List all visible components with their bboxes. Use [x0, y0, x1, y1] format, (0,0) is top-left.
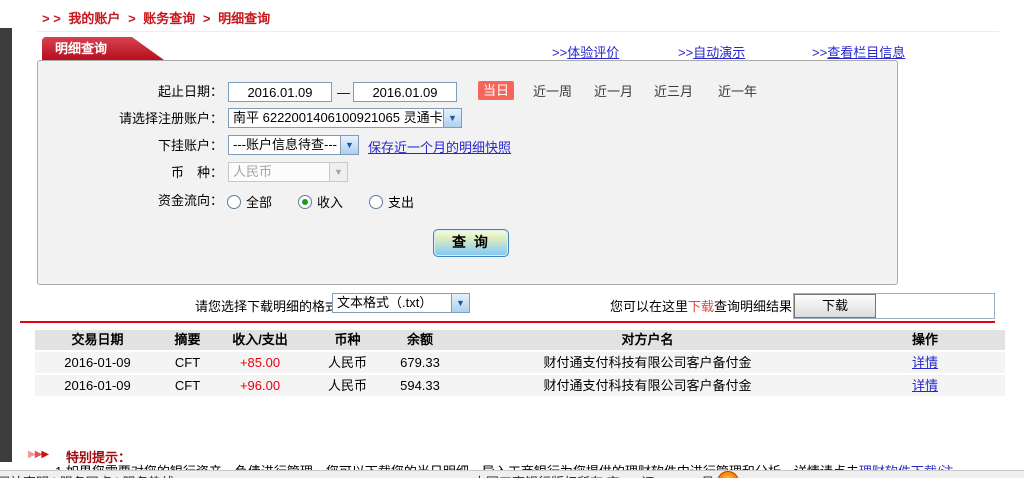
sub-account-select[interactable]: ---账户信息待查--- ▼ [228, 135, 359, 155]
download-format-select[interactable]: 文本格式（.txt） ▼ [332, 293, 470, 313]
chevron-down-icon: ▼ [329, 163, 347, 181]
footer-links: 网站声明 | 服务网点 | 服务热线 95588 [0, 472, 214, 478]
table-row: 2016-01-09 CFT +96.00 人民币 594.33 财付通支付科技… [35, 375, 1005, 396]
radio-icon[interactable] [227, 195, 241, 209]
link-label: 体验评价 [567, 45, 619, 60]
registered-account-label: 请选择注册账户： [38, 108, 223, 129]
date-from-input[interactable] [228, 82, 332, 102]
link-prefix: >> [812, 45, 827, 60]
col-income-expense: 收入/支出 [215, 330, 305, 350]
link-auto-demo[interactable]: >>自动演示 [678, 42, 745, 61]
currency-value: 人民币 [229, 163, 329, 181]
breadcrumb-item-detail-query[interactable]: 明细查询 [218, 11, 270, 26]
radio-income[interactable]: 收入 [298, 192, 343, 211]
download-inline-link[interactable]: 下载 [688, 299, 714, 314]
window-edge-strip [0, 28, 12, 462]
detail-link[interactable]: 详情 [912, 378, 938, 393]
footer-copyright: 中国工商银行版权所有 京ICP证 030247号 [473, 472, 714, 478]
cell-summary: CFT [160, 375, 215, 396]
sub-account-value: ---账户信息待查--- [229, 136, 340, 154]
radio-icon[interactable] [369, 195, 383, 209]
breadcrumb-sep: > [203, 11, 211, 26]
range-last-year-button[interactable]: 近一年 [718, 83, 757, 100]
tab-detail-query[interactable]: 明细查询 [42, 37, 164, 60]
download-result-before: 您可以在这里 [610, 299, 688, 314]
date-dash: — [337, 82, 350, 103]
detail-link[interactable]: 详情 [912, 355, 938, 370]
date-range-label: 起止日期： [38, 81, 223, 102]
breadcrumb-item-my-account[interactable]: 我的账户 [68, 11, 120, 26]
currency-label: 币 种： [38, 162, 223, 183]
radio-income-label: 收入 [317, 192, 343, 211]
registered-account-value: 南平 6222001406100921065 灵通卡 [229, 109, 443, 127]
table-header-row: 交易日期 摘要 收入/支出 币种 余额 对方户名 操作 [35, 330, 1005, 350]
range-last-month-button[interactable]: 近一月 [594, 83, 633, 100]
cell-balance: 594.33 [390, 375, 450, 396]
section-divider-red [20, 321, 995, 323]
link-view-column-info[interactable]: >>查看栏目信息 [812, 42, 905, 61]
cell-amount: +96.00 [215, 375, 305, 396]
query-button[interactable]: 查 询 [433, 229, 509, 257]
link-prefix: >> [678, 45, 693, 60]
range-last-3-months-button[interactable]: 近三月 [654, 83, 693, 100]
breadcrumb-item-account-query[interactable]: 账务查询 [143, 11, 195, 26]
link-label: 查看栏目信息 [827, 45, 905, 60]
save-monthly-snapshot-link[interactable]: 保存近一个月的明细快照 [368, 137, 511, 156]
chevron-down-icon[interactable]: ▼ [443, 109, 461, 127]
transactions-table: 交易日期 摘要 收入/支出 币种 余额 对方户名 操作 2016-01-09 C… [35, 330, 1005, 396]
radio-expense[interactable]: 支出 [369, 192, 414, 211]
download-result-text: 您可以在这里下载查询明细结果 [610, 296, 792, 315]
tab-title: 明细查询 [55, 41, 107, 56]
breadcrumb: > > 我的账户 > 账务查询 > 明细查询 [42, 8, 274, 27]
radio-all-label: 全部 [246, 192, 272, 211]
radio-all[interactable]: 全部 [227, 192, 272, 211]
cell-summary: CFT [160, 352, 215, 373]
download-button-box: 下载 [793, 293, 995, 319]
cell-counterparty: 财付通支付科技有限公司客户备付金 [450, 375, 845, 396]
fund-flow-options: 全部 收入 支出 [227, 192, 440, 211]
download-button[interactable]: 下载 [794, 294, 876, 318]
radio-expense-label: 支出 [388, 192, 414, 211]
table-row: 2016-01-09 CFT +85.00 人民币 679.33 财付通支付科技… [35, 352, 1005, 373]
cell-amount: +85.00 [215, 352, 305, 373]
col-trade-date: 交易日期 [35, 330, 160, 350]
date-to-input[interactable] [353, 82, 457, 102]
link-prefix: >> [552, 45, 567, 60]
cell-date: 2016-01-09 [35, 375, 160, 396]
col-balance: 余额 [390, 330, 450, 350]
notice-arrows-icon: ▶▶▶ [28, 449, 48, 460]
cell-currency: 人民币 [305, 375, 390, 396]
link-experience-rating[interactable]: >>体验评价 [552, 42, 619, 61]
range-last-week-button[interactable]: 近一周 [533, 83, 572, 100]
sub-account-label: 下挂账户： [38, 135, 223, 156]
breadcrumb-sep: > [128, 11, 136, 26]
query-form-panel: 起止日期： — 当日 近一周 近一月 近三月 近一年 请选择注册账户： 南平 6… [37, 60, 898, 285]
cell-currency: 人民币 [305, 352, 390, 373]
cell-counterparty: 财付通支付科技有限公司客户备付金 [450, 352, 845, 373]
download-format-label: 请您选择下载明细的格式 [195, 296, 338, 315]
col-action: 操作 [845, 330, 1005, 350]
registered-account-select[interactable]: 南平 6222001406100921065 灵通卡 ▼ [228, 108, 462, 128]
radio-selected-icon[interactable] [298, 195, 312, 209]
col-summary: 摘要 [160, 330, 215, 350]
col-currency: 币种 [305, 330, 390, 350]
divider [37, 31, 999, 32]
col-counterparty: 对方户名 [450, 330, 845, 350]
chevron-down-icon[interactable]: ▼ [340, 136, 358, 154]
download-format-value: 文本格式（.txt） [333, 294, 451, 312]
range-today-button[interactable]: 当日 [478, 81, 514, 100]
download-result-after: 查询明细结果 [714, 299, 792, 314]
fund-flow-label: 资金流向： [38, 190, 223, 211]
currency-select-disabled: 人民币 ▼ [228, 162, 348, 182]
breadcrumb-prefix: > > [42, 11, 61, 26]
cell-balance: 679.33 [390, 352, 450, 373]
chevron-down-icon[interactable]: ▼ [451, 294, 469, 312]
link-label: 自动演示 [693, 45, 745, 60]
cell-date: 2016-01-09 [35, 352, 160, 373]
